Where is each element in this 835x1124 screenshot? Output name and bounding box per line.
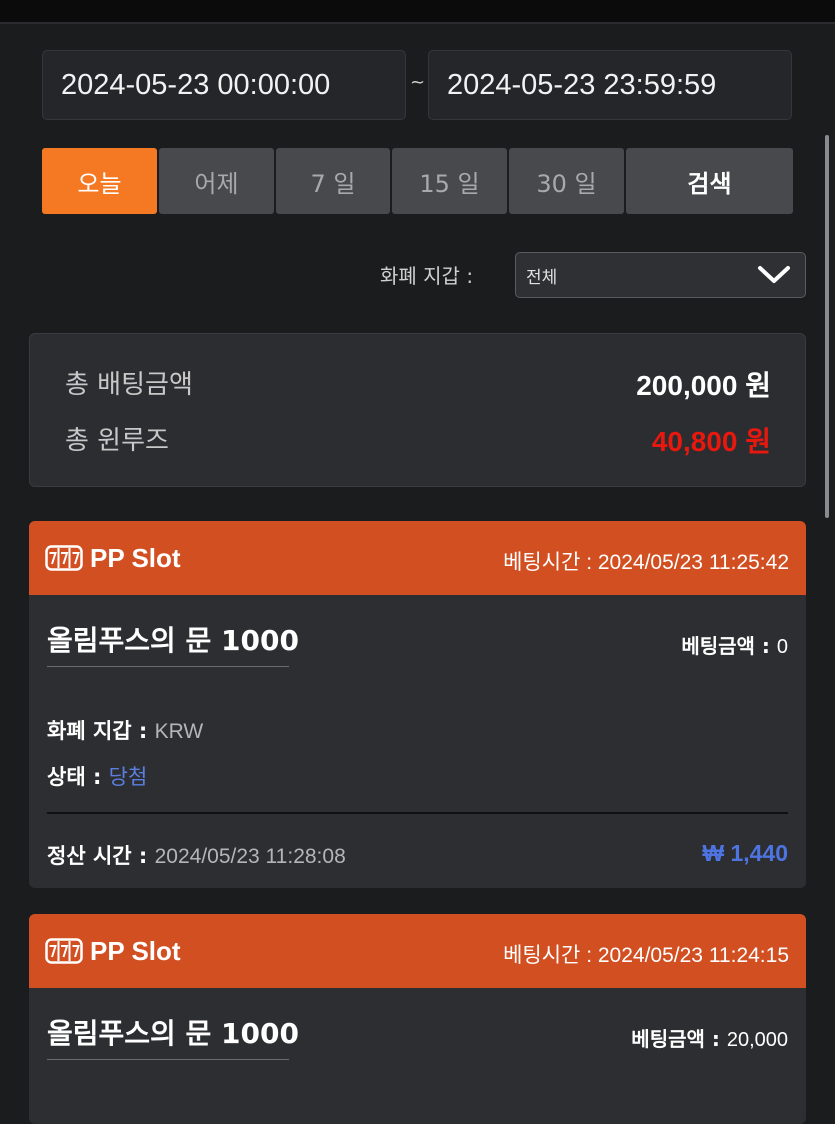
- bet-amount: 베팅금액 : 0: [681, 630, 788, 659]
- slot-machine-icon: [45, 938, 83, 964]
- status-field: 상태 : 당첨: [47, 761, 147, 791]
- status-field-label: 상태 :: [47, 765, 109, 789]
- provider-name: PP Slot: [90, 543, 181, 573]
- bet-amount-value: 0: [776, 636, 788, 658]
- bet-record-card[interactable]: PP Slot 베팅시간 : 2024/05/23 11:25:42 올림푸스의…: [29, 521, 806, 888]
- period-today-button[interactable]: 오늘: [42, 148, 157, 214]
- settle-time-value: 2024/05/23 11:28:08: [154, 845, 346, 868]
- bet-time: 베팅시간 : 2024/05/23 11:24:15: [503, 944, 789, 967]
- payout-amount: ₩ 1,440: [702, 840, 788, 866]
- date-separator: ~: [410, 72, 426, 93]
- start-date-input[interactable]: 2024-05-23 00:00:00: [42, 50, 406, 120]
- slot-machine-icon: [45, 545, 83, 571]
- game-name-underline: [47, 1059, 289, 1060]
- period-yesterday-button[interactable]: 어제: [159, 148, 274, 214]
- bet-amount-label: 베팅금액 :: [631, 1027, 727, 1051]
- total-bet-label: 총 배팅금액: [65, 370, 193, 400]
- currency-select[interactable]: 전체: [515, 252, 806, 298]
- scrollbar[interactable]: [825, 135, 829, 518]
- bet-amount-label: 베팅금액 :: [681, 634, 777, 658]
- card-divider: [47, 812, 788, 814]
- currency-field-label: 화폐 지갑 :: [47, 719, 155, 743]
- currency-field: 화폐 지갑 : KRW: [47, 715, 203, 745]
- end-date-input[interactable]: 2024-05-23 23:59:59: [428, 50, 792, 120]
- period-7days-button[interactable]: 7 일: [276, 148, 390, 214]
- period-30days-button[interactable]: 30 일: [509, 148, 624, 214]
- total-bet-value: 200,000 원: [636, 370, 771, 401]
- settle-time-label: 정산 시간 :: [47, 844, 155, 868]
- bet-time: 베팅시간 : 2024/05/23 11:25:42: [503, 551, 789, 574]
- chevron-down-icon: [758, 266, 790, 283]
- summary-panel: 총 배팅금액 200,000 원 총 윈루즈 40,800 원: [29, 333, 806, 487]
- total-winloss-label: 총 윈루즈: [65, 426, 169, 456]
- currency-field-value: KRW: [154, 720, 204, 743]
- provider-name: PP Slot: [90, 936, 181, 966]
- game-name-underline: [47, 666, 289, 667]
- top-bar: [0, 0, 835, 22]
- game-name: 올림푸스의 문 1000: [47, 624, 299, 657]
- game-name: 올림푸스의 문 1000: [47, 1017, 299, 1050]
- card-header: PP Slot 베팅시간 : 2024/05/23 11:24:15: [29, 914, 806, 988]
- currency-select-value: 전체: [526, 267, 558, 288]
- card-header: PP Slot 베팅시간 : 2024/05/23 11:25:42: [29, 521, 806, 595]
- period-15days-button[interactable]: 15 일: [392, 148, 507, 214]
- total-winloss-value: 40,800 원: [651, 426, 771, 457]
- bet-amount-value: 20,000: [726, 1029, 788, 1051]
- currency-filter-label: 화폐 지갑 :: [380, 264, 474, 288]
- top-divider: [0, 22, 835, 24]
- bet-record-card[interactable]: PP Slot 베팅시간 : 2024/05/23 11:24:15 올림푸스의…: [29, 914, 806, 1124]
- bet-amount: 베팅금액 : 20,000: [631, 1023, 788, 1052]
- status-field-value: 당첨: [108, 766, 148, 789]
- settle-time-field: 정산 시간 : 2024/05/23 11:28:08: [47, 840, 346, 870]
- search-button[interactable]: 검색: [626, 148, 793, 214]
